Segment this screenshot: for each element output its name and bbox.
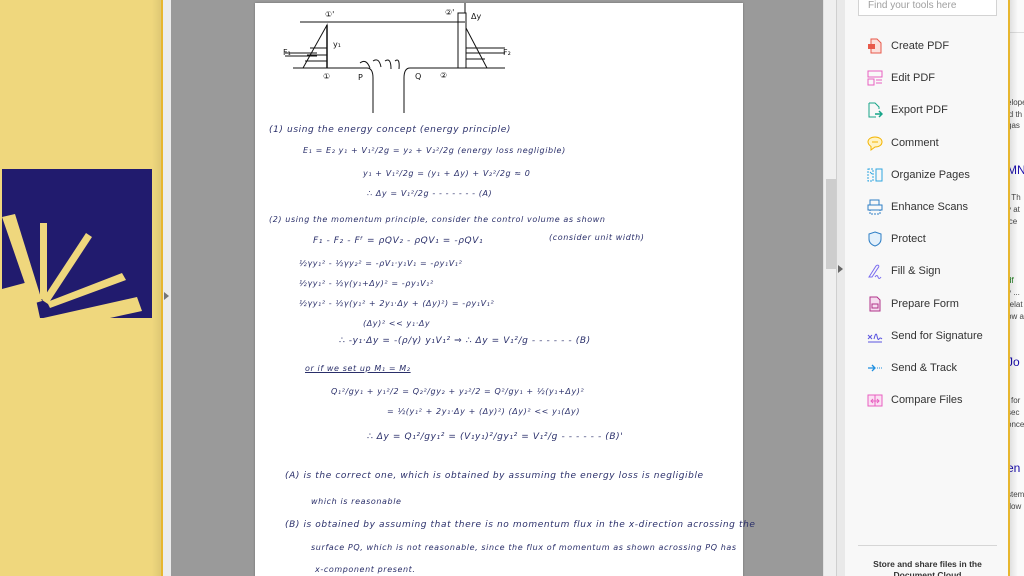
tool-label: Comment bbox=[891, 136, 939, 149]
tool-send-for-signature[interactable]: Send for Signature bbox=[845, 320, 1008, 352]
expand-left-panel-icon[interactable] bbox=[164, 292, 169, 300]
tool-organize-pages[interactable]: Organize Pages bbox=[845, 159, 1008, 191]
tool-comment[interactable]: Comment bbox=[845, 127, 1008, 159]
svg-text:P: P bbox=[358, 73, 363, 82]
organize-pages-icon bbox=[866, 166, 883, 183]
tool-label: Edit PDF bbox=[891, 72, 936, 85]
tools-search-placeholder: Find your tools here bbox=[868, 0, 957, 11]
pdf-page: ①' ②' F₁ F₂ y₁ ① P Q ② Δy (1) using the … bbox=[255, 3, 755, 576]
tool-label: Organize Pages bbox=[891, 168, 970, 181]
svg-text:②': ②' bbox=[445, 8, 454, 17]
starburst-logo bbox=[2, 169, 152, 318]
send-signature-icon bbox=[866, 327, 883, 344]
part2-line-1: F₁ - F₂ - Fᶠ = ρQV₂ - ρQV₁ = -ρQV₁ bbox=[313, 236, 484, 246]
conclusion-line-3: (B) is obtained by assuming that there i… bbox=[285, 520, 756, 530]
svg-text:②: ② bbox=[440, 71, 447, 80]
conclusion-line-5: x-component present. bbox=[315, 565, 416, 574]
edit-pdf-icon bbox=[866, 70, 883, 87]
conclusion-line-2: which is reasonable bbox=[311, 497, 402, 506]
tool-enhance-scans[interactable]: Enhance Scans bbox=[845, 191, 1008, 223]
part3-line-1: Q₁²/gy₁ + y₁²/2 = Q₂²/gy₂ + y₂²/2 = Q²/g… bbox=[331, 387, 585, 396]
compare-files-icon bbox=[866, 392, 883, 409]
svg-text:①: ① bbox=[323, 72, 330, 81]
background-webpage-left bbox=[0, 0, 162, 576]
desktop-screen: ①' ②' F₁ F₂ y₁ ① P Q ② Δy (1) using the … bbox=[0, 0, 1024, 576]
part2-line-2: ½γy₁² - ½γy₂² = -ρV₁·y₁V₁ = -ρy₁V₁² bbox=[299, 259, 463, 268]
collapse-tools-pane-icon[interactable] bbox=[838, 265, 843, 273]
create-pdf-icon bbox=[866, 38, 883, 55]
tool-protect[interactable]: Protect bbox=[845, 223, 1008, 255]
tool-send-track[interactable]: Send & Track bbox=[845, 352, 1008, 384]
tools-search-input[interactable]: Find your tools here bbox=[858, 0, 997, 16]
part2-line-4: ½γy₁² - ½γ(y₁² + 2y₁·Δy + (Δy)²) = -ρy₁V… bbox=[299, 299, 495, 308]
tools-divider bbox=[858, 545, 997, 546]
svg-text:Δy: Δy bbox=[471, 12, 481, 21]
send-track-icon bbox=[866, 359, 883, 376]
fill-sign-icon bbox=[866, 263, 883, 280]
tool-label: Send & Track bbox=[891, 361, 958, 374]
part2-heading: (2) using the momentum principle, consid… bbox=[269, 215, 606, 224]
part1-heading: (1) using the energy concept (energy pri… bbox=[269, 125, 511, 135]
tool-label: Fill & Sign bbox=[891, 265, 941, 278]
tool-label: Prepare Form bbox=[891, 297, 959, 310]
part2-line-5: (Δy)² << y₁·Δy bbox=[363, 319, 431, 328]
tool-label: Send for Signature bbox=[891, 329, 983, 342]
protect-shield-icon bbox=[866, 231, 883, 248]
document-viewport[interactable]: ①' ②' F₁ F₂ y₁ ① P Q ② Δy (1) using the … bbox=[171, 0, 823, 576]
hydraulic-jump-diagram: ①' ②' F₁ F₂ y₁ ① P Q ② Δy bbox=[283, 3, 511, 113]
part3-line-2: = ½(y₁² + 2y₁·Δy + (Δy)²) (Δy)² << y₁(Δy… bbox=[387, 407, 581, 416]
svg-text:F₂: F₂ bbox=[503, 48, 511, 57]
tool-label: Create PDF bbox=[891, 40, 950, 53]
tool-prepare-form[interactable]: Prepare Form bbox=[845, 288, 1008, 320]
svg-text:Q: Q bbox=[415, 72, 421, 81]
tools-pane: Find your tools here Create PDF Edit PDF bbox=[845, 0, 1008, 576]
tools-list: Create PDF Edit PDF Export PDF Comment O… bbox=[845, 30, 1008, 416]
tool-create-pdf[interactable]: Create PDF bbox=[845, 30, 1008, 62]
prepare-form-icon bbox=[866, 295, 883, 312]
svg-text:y₁: y₁ bbox=[333, 40, 341, 49]
part1-line-3: ∴ Δy = V₁²/2g - - - - - - - (A) bbox=[367, 189, 493, 198]
part2-line-6: ∴ -y₁·Δy = -(ρ/γ) y₁V₁² ⇒ ∴ Δy = V₁²/g -… bbox=[339, 336, 591, 346]
part1-line-1: E₁ = E₂ y₁ + V₁²/2g = y₂ + V₂²/2g (energ… bbox=[303, 146, 566, 155]
document-cloud-promo: Store and share files in the Document Cl… bbox=[873, 559, 982, 576]
conclusion-line-4: surface PQ, which is not reasonable, sin… bbox=[311, 543, 737, 552]
part3-line-3: ∴ Δy = Q₁²/gy₁² = (V₁y₁)²/gy₁² = V₁²/g -… bbox=[367, 432, 624, 442]
tools-pane-toggle[interactable] bbox=[836, 0, 845, 576]
tool-label: Enhance Scans bbox=[891, 201, 969, 214]
left-panel-toggle[interactable] bbox=[163, 0, 171, 576]
document-scrollbar[interactable] bbox=[823, 0, 836, 576]
export-pdf-icon bbox=[866, 102, 883, 119]
tool-edit-pdf[interactable]: Edit PDF bbox=[845, 62, 1008, 94]
part2-note: (consider unit width) bbox=[549, 233, 645, 242]
part2-line-3: ½γy₁² - ½γ(y₁+Δy)² = -ρy₁V₁² bbox=[299, 279, 434, 288]
enhance-scans-icon bbox=[866, 199, 883, 216]
logo-rays-icon bbox=[2, 214, 142, 318]
svg-text:①': ①' bbox=[325, 10, 334, 19]
tool-label: Protect bbox=[891, 233, 926, 246]
part3-heading: or if we set up M₁ = M₂ bbox=[305, 364, 411, 373]
svg-text:F₁: F₁ bbox=[283, 48, 291, 57]
pdf-viewer-window: ①' ②' F₁ F₂ y₁ ① P Q ② Δy (1) using the … bbox=[163, 0, 1008, 576]
tool-compare-files[interactable]: Compare Files bbox=[845, 384, 1008, 416]
tool-label: Compare Files bbox=[891, 394, 963, 407]
scrollbar-thumb[interactable] bbox=[826, 179, 836, 269]
part1-line-2: y₁ + V₁²/2g = (y₁ + Δy) + V₂²/2g ≈ 0 bbox=[363, 169, 531, 178]
background-webpage-right: elope id th gas MN . Th y at ice df y ..… bbox=[1010, 0, 1024, 576]
conclusion-line-1: (A) is the correct one, which is obtaine… bbox=[285, 471, 704, 481]
tool-label: Export PDF bbox=[891, 104, 948, 117]
comment-icon bbox=[866, 134, 883, 151]
tool-fill-sign[interactable]: Fill & Sign bbox=[845, 255, 1008, 287]
tool-export-pdf[interactable]: Export PDF bbox=[845, 94, 1008, 126]
